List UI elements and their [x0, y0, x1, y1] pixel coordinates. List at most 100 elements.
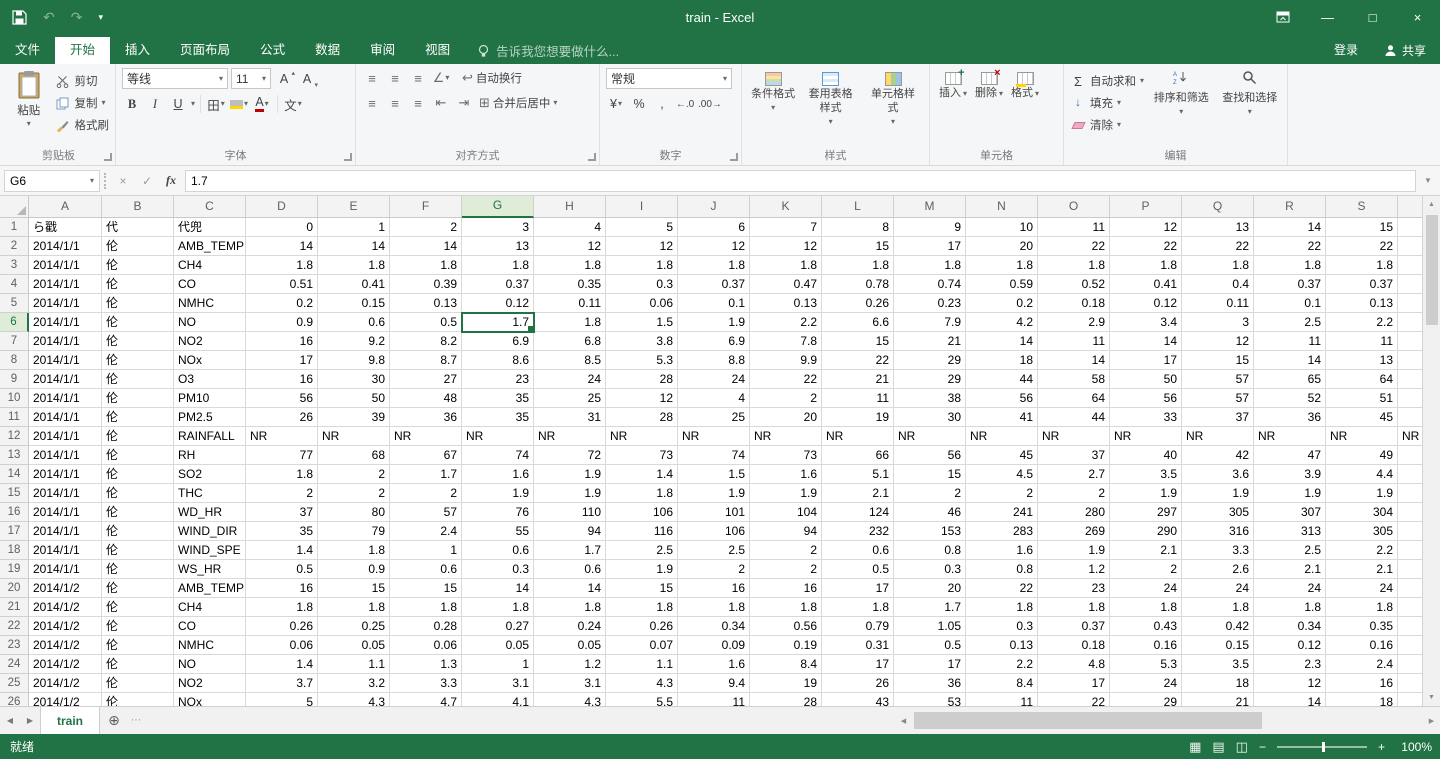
name-box-resize-handle[interactable] — [104, 172, 109, 189]
cell-D11[interactable]: 26 — [246, 408, 318, 427]
bold-button[interactable]: B — [122, 94, 142, 114]
cell-O7[interactable]: 11 — [1038, 332, 1110, 351]
column-header-K[interactable]: K — [750, 196, 822, 218]
cell-C5[interactable]: NMHC — [174, 294, 246, 313]
cell-J26[interactable]: 11 — [678, 693, 750, 706]
row-header-22[interactable]: 22 — [0, 617, 29, 636]
column-header-I[interactable]: I — [606, 196, 678, 218]
column-header-A[interactable]: A — [29, 196, 102, 218]
cell-Q22[interactable]: 0.42 — [1182, 617, 1254, 636]
cell-R8[interactable]: 14 — [1254, 351, 1326, 370]
cell-L21[interactable]: 1.8 — [822, 598, 894, 617]
cell-Q17[interactable]: 316 — [1182, 522, 1254, 541]
cell-F1[interactable]: 2 — [390, 218, 462, 237]
cell-D23[interactable]: 0.06 — [246, 636, 318, 655]
vertical-scrollbar[interactable]: ▲ ▼ — [1422, 196, 1440, 706]
cell-P10[interactable]: 56 — [1110, 389, 1182, 408]
column-header-G[interactable]: G — [462, 196, 534, 218]
cell-A25[interactable]: 2014/1/2 — [29, 674, 102, 693]
cell-Q13[interactable]: 42 — [1182, 446, 1254, 465]
cell-I8[interactable]: 5.3 — [606, 351, 678, 370]
cell-H12[interactable]: NR — [534, 427, 606, 446]
column-header-P[interactable]: P — [1110, 196, 1182, 218]
cell-S7[interactable]: 11 — [1326, 332, 1398, 351]
cell-I23[interactable]: 0.07 — [606, 636, 678, 655]
zoom-in-button[interactable]: + — [1378, 740, 1385, 754]
cell-J20[interactable]: 16 — [678, 579, 750, 598]
cell-J21[interactable]: 1.8 — [678, 598, 750, 617]
cell-J15[interactable]: 1.9 — [678, 484, 750, 503]
cell-R11[interactable]: 36 — [1254, 408, 1326, 427]
cell-B25[interactable]: 伦 — [102, 674, 174, 693]
cell-P21[interactable]: 1.8 — [1110, 598, 1182, 617]
cell-E24[interactable]: 1.1 — [318, 655, 390, 674]
cell-D15[interactable]: 2 — [246, 484, 318, 503]
row-header-18[interactable]: 18 — [0, 541, 29, 560]
cell-N13[interactable]: 45 — [966, 446, 1038, 465]
cell-G7[interactable]: 6.9 — [462, 332, 534, 351]
row-header-2[interactable]: 2 — [0, 237, 29, 256]
page-layout-view-button[interactable]: ▤ — [1212, 739, 1224, 755]
paste-button[interactable]: 粘贴 ▾ — [8, 68, 50, 147]
cell-S13[interactable]: 49 — [1326, 446, 1398, 465]
cell-I26[interactable]: 5.5 — [606, 693, 678, 706]
scroll-right-arrow[interactable]: ▶ — [1423, 717, 1440, 725]
cell-T13[interactable] — [1398, 446, 1422, 465]
cell-T10[interactable] — [1398, 389, 1422, 408]
cell-L19[interactable]: 0.5 — [822, 560, 894, 579]
zoom-slider[interactable] — [1276, 741, 1367, 752]
cell-O5[interactable]: 0.18 — [1038, 294, 1110, 313]
maximize-button[interactable]: □ — [1350, 0, 1395, 34]
cell-Q9[interactable]: 57 — [1182, 370, 1254, 389]
cell-O20[interactable]: 23 — [1038, 579, 1110, 598]
cell-J10[interactable]: 4 — [678, 389, 750, 408]
cell-P17[interactable]: 290 — [1110, 522, 1182, 541]
cell-P25[interactable]: 24 — [1110, 674, 1182, 693]
cell-H2[interactable]: 12 — [534, 237, 606, 256]
cell-C13[interactable]: RH — [174, 446, 246, 465]
column-header-M[interactable]: M — [894, 196, 966, 218]
cell-N2[interactable]: 20 — [966, 237, 1038, 256]
cell-R19[interactable]: 2.1 — [1254, 560, 1326, 579]
cell-S15[interactable]: 1.9 — [1326, 484, 1398, 503]
find-select-button[interactable]: 查找和选择 ▾ — [1219, 68, 1281, 134]
phonetic-guide-button[interactable]: 文 ▾ — [283, 94, 303, 114]
cell-M15[interactable]: 2 — [894, 484, 966, 503]
cell-L9[interactable]: 21 — [822, 370, 894, 389]
cell-K10[interactable]: 2 — [750, 389, 822, 408]
horizontal-scroll-thumb[interactable] — [914, 712, 1262, 729]
cell-K17[interactable]: 94 — [750, 522, 822, 541]
cell-G15[interactable]: 1.9 — [462, 484, 534, 503]
cell-F14[interactable]: 1.7 — [390, 465, 462, 484]
cell-G12[interactable]: NR — [462, 427, 534, 446]
cell-C24[interactable]: NO — [174, 655, 246, 674]
cell-S23[interactable]: 0.16 — [1326, 636, 1398, 655]
cell-Q19[interactable]: 2.6 — [1182, 560, 1254, 579]
cell-E7[interactable]: 9.2 — [318, 332, 390, 351]
cell-F3[interactable]: 1.8 — [390, 256, 462, 275]
cell-I2[interactable]: 12 — [606, 237, 678, 256]
cell-F20[interactable]: 15 — [390, 579, 462, 598]
cell-J7[interactable]: 6.9 — [678, 332, 750, 351]
cell-S1[interactable]: 15 — [1326, 218, 1398, 237]
cell-E25[interactable]: 3.2 — [318, 674, 390, 693]
cell-B10[interactable]: 伦 — [102, 389, 174, 408]
cell-D3[interactable]: 1.8 — [246, 256, 318, 275]
cell-K11[interactable]: 20 — [750, 408, 822, 427]
cell-M19[interactable]: 0.3 — [894, 560, 966, 579]
cell-P16[interactable]: 297 — [1110, 503, 1182, 522]
select-all-button[interactable] — [0, 196, 29, 218]
cell-M21[interactable]: 1.7 — [894, 598, 966, 617]
column-header-B[interactable]: B — [102, 196, 174, 218]
column-header-F[interactable]: F — [390, 196, 462, 218]
row-header-19[interactable]: 19 — [0, 560, 29, 579]
cell-L1[interactable]: 8 — [822, 218, 894, 237]
cell-D14[interactable]: 1.8 — [246, 465, 318, 484]
row-header-8[interactable]: 8 — [0, 351, 29, 370]
cell-H18[interactable]: 1.7 — [534, 541, 606, 560]
increase-indent-button[interactable]: ⇥ — [454, 93, 474, 113]
cell-Q10[interactable]: 57 — [1182, 389, 1254, 408]
cell-Q8[interactable]: 15 — [1182, 351, 1254, 370]
cell-R1[interactable]: 14 — [1254, 218, 1326, 237]
cell-K1[interactable]: 7 — [750, 218, 822, 237]
